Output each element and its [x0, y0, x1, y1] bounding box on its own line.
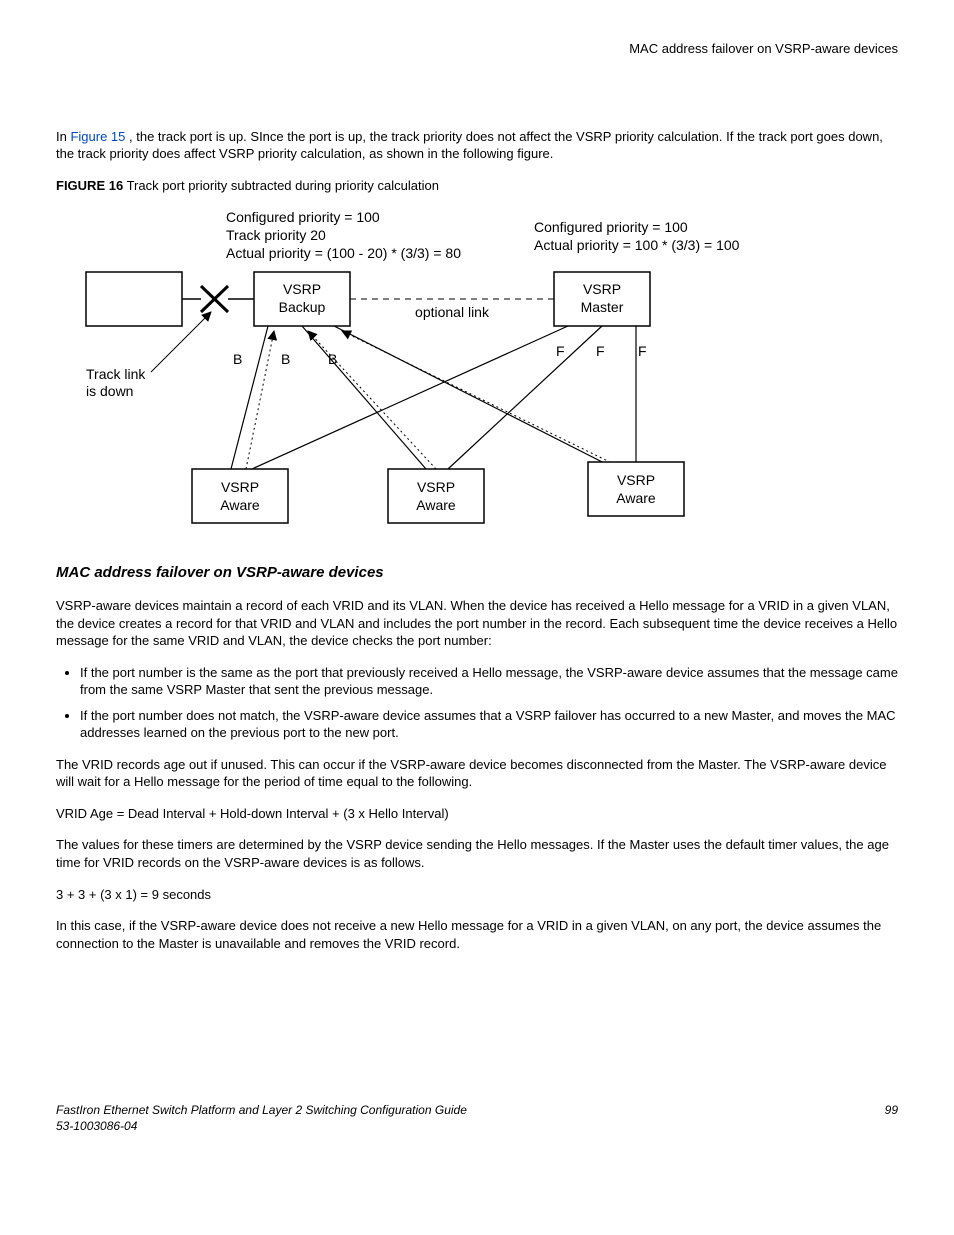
track-link-l1: Track link: [86, 366, 146, 382]
figure-label: FIGURE 16: [56, 178, 123, 193]
section-p2: The VRID records age out if unused. This…: [56, 756, 898, 791]
diag-left-l3: Actual priority = (100 - 20) * (3/3) = 8…: [226, 245, 461, 261]
svg-text:F: F: [638, 343, 647, 359]
svg-text:Aware: Aware: [416, 497, 456, 513]
track-link-l2: is down: [86, 383, 133, 399]
section-p5: 3 + 3 + (3 x 1) = 9 seconds: [56, 886, 898, 904]
svg-text:B: B: [233, 351, 242, 367]
footer-title: FastIron Ethernet Switch Platform and La…: [56, 1102, 467, 1118]
optional-link-label: optional link: [415, 304, 490, 320]
bullet-list: If the port number is the same as the po…: [56, 664, 898, 742]
figure-15-link[interactable]: Figure 15: [70, 129, 129, 144]
svg-text:F: F: [596, 343, 605, 359]
intro-pre: In: [56, 129, 70, 144]
footer-page: 99: [885, 1102, 898, 1134]
page-header-right: MAC address failover on VSRP-aware devic…: [56, 40, 898, 58]
diag-left-l2: Track priority 20: [226, 227, 326, 243]
figure-caption-text: Track port priority subtracted during pr…: [123, 178, 439, 193]
svg-text:Master: Master: [581, 299, 624, 315]
diag-left-l1: Configured priority = 100: [226, 209, 380, 225]
vsrp-aware-box-2: [388, 469, 484, 523]
page-footer: FastIron Ethernet Switch Platform and La…: [56, 1102, 898, 1134]
diag-right-l1: Configured priority = 100: [534, 219, 688, 235]
svg-text:Aware: Aware: [616, 490, 656, 506]
list-item: If the port number is the same as the po…: [80, 664, 898, 699]
section-p3: VRID Age = Dead Interval + Hold-down Int…: [56, 805, 898, 823]
svg-text:VSRP: VSRP: [283, 281, 321, 297]
figure-caption: FIGURE 16 Track port priority subtracted…: [56, 177, 898, 195]
footer-doc: 53-1003086-04: [56, 1118, 467, 1134]
section-heading: MAC address failover on VSRP-aware devic…: [56, 563, 898, 583]
diagram: Configured priority = 100 Track priority…: [56, 204, 898, 539]
svg-text:F: F: [556, 343, 565, 359]
diag-right-l2: Actual priority = 100 * (3/3) = 100: [534, 237, 740, 253]
section-p6: In this case, if the VSRP-aware device d…: [56, 917, 898, 952]
svg-text:B: B: [281, 351, 290, 367]
intro-paragraph: In Figure 15 , the track port is up. SIn…: [56, 128, 898, 163]
section-p1: VSRP-aware devices maintain a record of …: [56, 597, 898, 650]
svg-text:VSRP: VSRP: [417, 479, 455, 495]
svg-text:VSRP: VSRP: [583, 281, 621, 297]
svg-text:Aware: Aware: [220, 497, 260, 513]
section-p4: The values for these timers are determin…: [56, 836, 898, 871]
vsrp-aware-box-1: [192, 469, 288, 523]
svg-text:Backup: Backup: [279, 299, 326, 315]
x-mark-icon: [201, 286, 228, 312]
intro-post: , the track port is up. SInce the port i…: [56, 129, 883, 162]
track-box: [86, 272, 182, 326]
svg-text:VSRP: VSRP: [617, 472, 655, 488]
list-item: If the port number does not match, the V…: [80, 707, 898, 742]
vsrp-aware-box-3: [588, 462, 684, 516]
svg-text:VSRP: VSRP: [221, 479, 259, 495]
